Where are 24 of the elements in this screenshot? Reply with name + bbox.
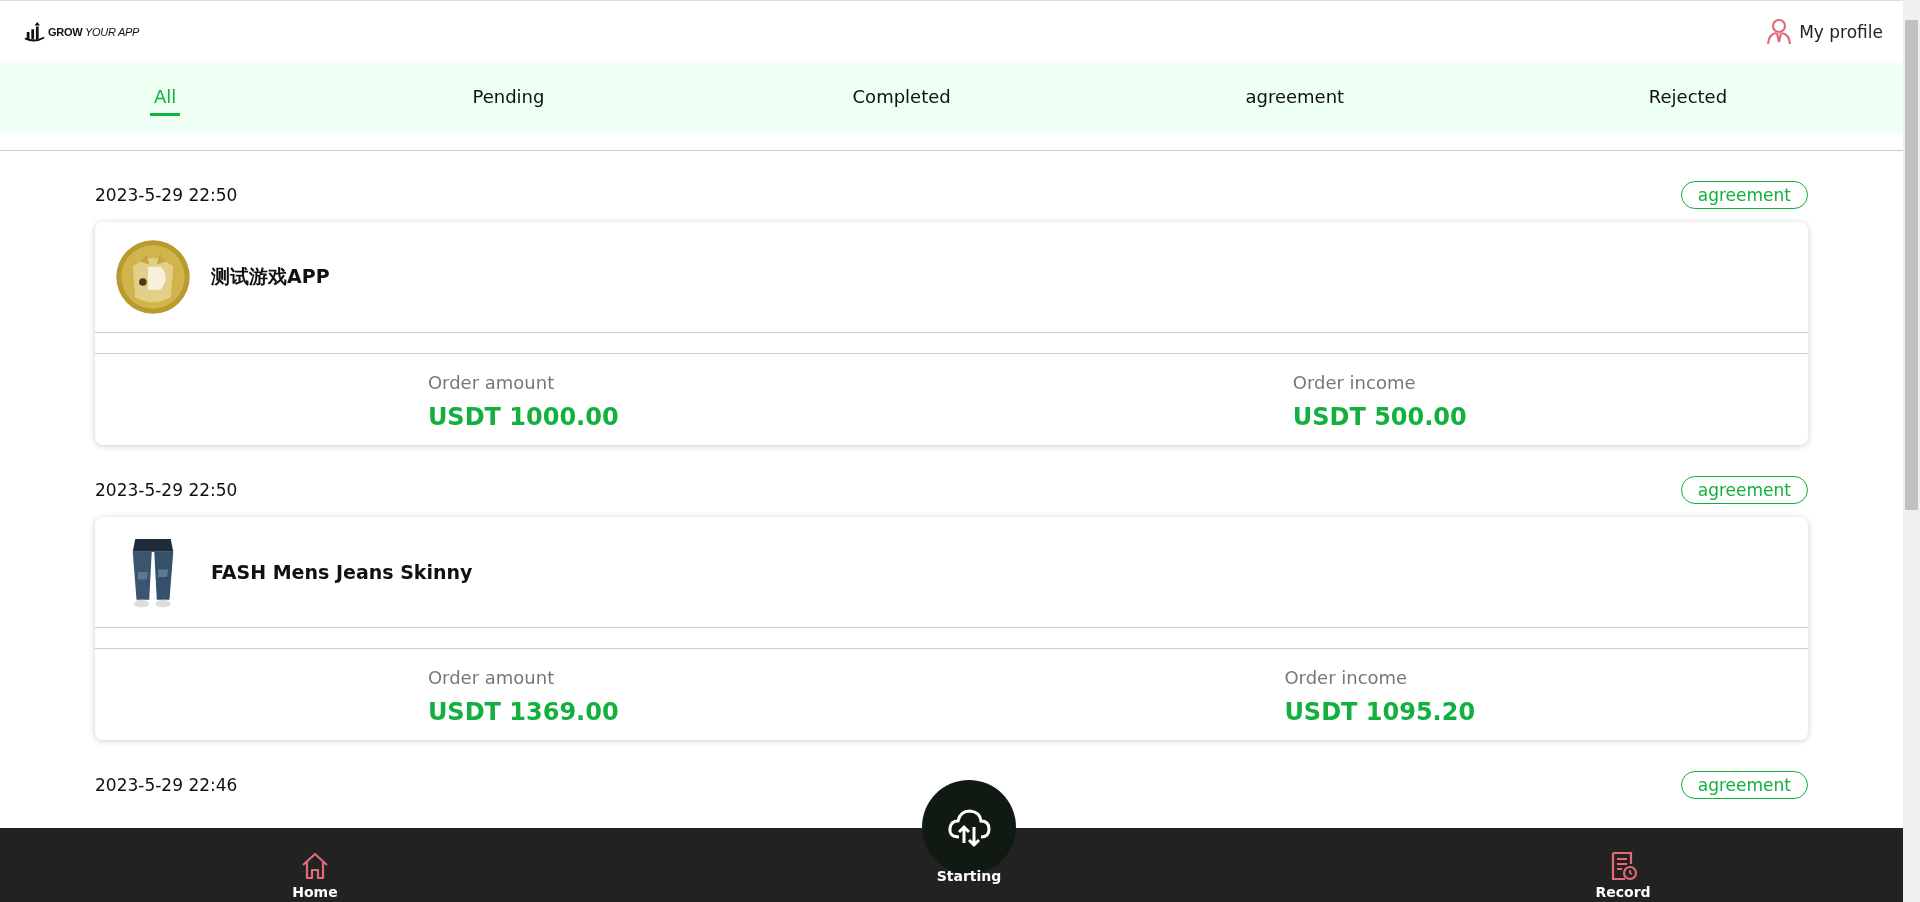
amount-value: USDT 1369.00 [427, 698, 619, 726]
logo-text: GROW YOUR APP [48, 26, 140, 38]
income-label: Order income [1284, 667, 1409, 688]
product-title: 测试游戏APP [211, 264, 330, 289]
scrollbar[interactable] [1903, 0, 1920, 902]
amount-label: Order amount [427, 372, 556, 393]
amount-label: Order amount [427, 667, 556, 688]
income-label: Order income [1292, 372, 1417, 393]
nav-button[interactable]: Record [1578, 828, 1668, 902]
order-time: 2023-5-29 22:46 [95, 775, 238, 795]
chart-icon [24, 21, 46, 43]
order-time: 2023-5-29 22:50 [95, 480, 238, 500]
tab[interactable]: Pending [443, 80, 574, 116]
income-value: USDT 1095.20 [1284, 698, 1476, 726]
tab[interactable]: Completed [836, 80, 967, 116]
person-icon [1765, 18, 1794, 46]
income-value: USDT 500.00 [1292, 403, 1467, 431]
product-title: FASH Mens Jeans Skinny [211, 561, 473, 583]
profile-link[interactable]: My profile [1765, 18, 1883, 46]
tab[interactable]: Rejected [1622, 80, 1753, 116]
order-time: 2023-5-29 22:50 [95, 185, 238, 205]
tab[interactable]: agreement [1229, 80, 1360, 116]
nav-button[interactable]: Home [270, 828, 360, 902]
amount-value: USDT 1000.00 [427, 403, 619, 431]
